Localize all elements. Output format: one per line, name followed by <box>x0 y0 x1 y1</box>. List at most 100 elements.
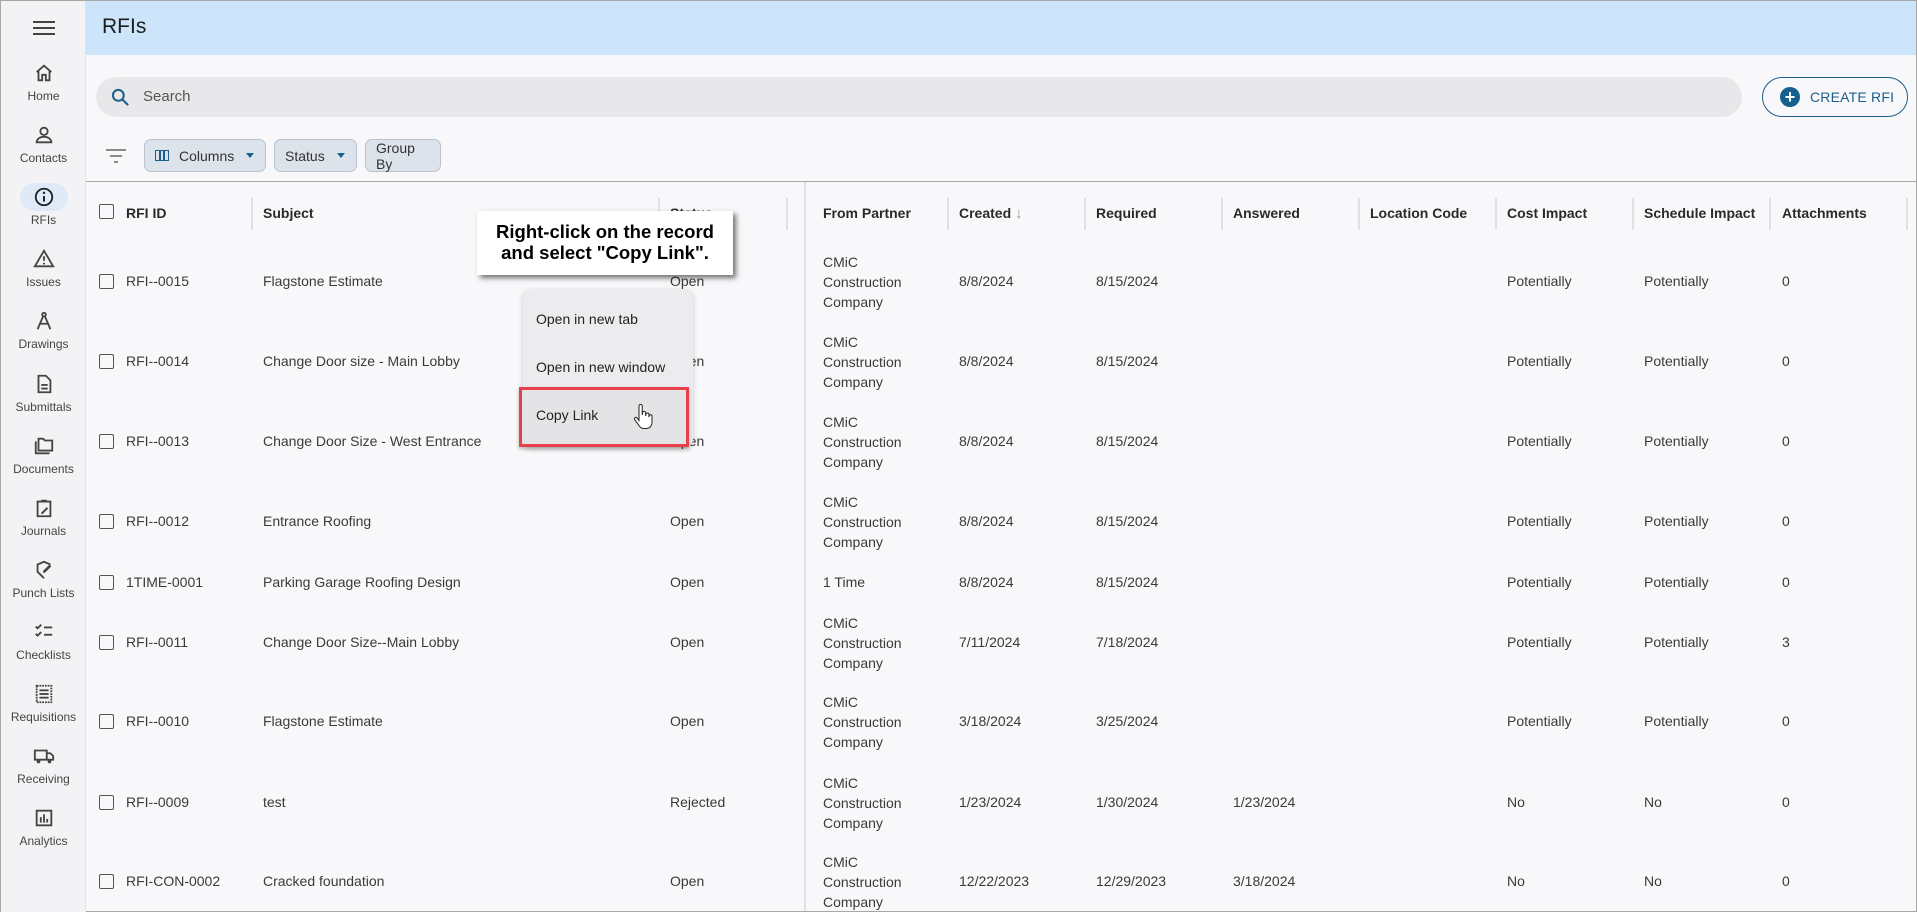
sidebar-item-requisitions[interactable]: Requisitions <box>1 680 86 736</box>
row-checkbox[interactable] <box>99 514 114 529</box>
menu-item-open-new-window[interactable]: Open in new window <box>536 359 665 375</box>
person-icon <box>20 121 68 149</box>
cell-created: 8/8/2024 <box>959 574 1014 590</box>
column-resize-handle[interactable] <box>1221 198 1223 230</box>
sidebar-item-label: Journals <box>20 523 67 538</box>
cell-schedule-impact: No <box>1644 794 1662 810</box>
cell-id[interactable]: RFI--0011 <box>126 634 188 650</box>
row-checkbox[interactable] <box>99 874 114 889</box>
columns-button[interactable]: Columns <box>144 139 266 172</box>
menu-item-copy-link[interactable]: Copy Link <box>519 387 689 447</box>
column-resize-handle[interactable] <box>1358 198 1360 230</box>
cell-schedule-impact: Potentially <box>1644 713 1709 729</box>
status-filter-button[interactable]: Status <box>274 139 357 172</box>
column-header-schedule-impact[interactable]: Schedule Impact <box>1644 201 1755 225</box>
sidebar-item-home[interactable]: Home <box>1 59 86 115</box>
sort-descending-icon[interactable]: ↓ <box>1015 202 1023 226</box>
create-rfi-label: CREATE RFI <box>1810 89 1895 105</box>
cell-from-partner: CMiC Construction Company <box>823 775 902 831</box>
column-resize-handle[interactable] <box>786 198 788 230</box>
column-header-from-partner[interactable]: From Partner <box>823 201 911 225</box>
column-header-created[interactable]: Created ↓ <box>959 201 1023 225</box>
cell-from-partner: CMiC Construction Company <box>823 254 902 310</box>
column-header-answered[interactable]: Answered <box>1233 201 1300 225</box>
cell-id[interactable]: RFI-CON-0002 <box>126 873 220 889</box>
hamburger-menu-icon[interactable] <box>33 18 55 38</box>
column-resize-handle[interactable] <box>1495 198 1497 230</box>
sidebar-item-rfis[interactable]: RFIs <box>1 183 86 239</box>
create-rfi-button[interactable]: + CREATE RFI <box>1762 77 1908 117</box>
cell-attachments: 0 <box>1782 273 1790 289</box>
bar-chart-icon <box>20 804 68 832</box>
group-by-button[interactable]: Group By <box>365 139 441 172</box>
sidebar-item-submittals[interactable]: Submittals <box>1 370 86 426</box>
menu-item-open-new-tab[interactable]: Open in new tab <box>536 311 638 327</box>
row-checkbox[interactable] <box>99 714 114 729</box>
column-header-subject[interactable]: Subject <box>263 201 314 225</box>
table-top-border <box>86 181 1916 182</box>
sidebar-item-punch-lists[interactable]: Punch Lists <box>1 556 86 612</box>
cell-id[interactable]: 1TIME-0001 <box>126 574 203 590</box>
sidebar-item-documents[interactable]: Documents <box>1 432 86 488</box>
row-checkbox[interactable] <box>99 635 114 650</box>
cell-id[interactable]: RFI--0015 <box>126 273 189 289</box>
column-resize-handle[interactable] <box>1769 198 1771 230</box>
cell-schedule-impact: Potentially <box>1644 353 1709 369</box>
cell-status: Open <box>670 574 705 590</box>
row-checkbox[interactable] <box>99 795 114 810</box>
cell-subject: test <box>263 794 286 810</box>
sidebar-item-journals[interactable]: Journals <box>1 494 86 550</box>
cell-created: 8/8/2024 <box>959 273 1014 289</box>
cell-id[interactable]: RFI--0012 <box>126 513 189 529</box>
cell-cost-impact: Potentially <box>1507 273 1572 289</box>
sidebar-item-contacts[interactable]: Contacts <box>1 121 86 177</box>
cell-attachments: 0 <box>1782 574 1790 590</box>
group-by-label: Group By <box>376 139 415 172</box>
search-input[interactable]: Search <box>96 77 1742 117</box>
column-header-attachments[interactable]: Attachments <box>1782 201 1867 225</box>
cell-id[interactable]: RFI--0010 <box>126 713 189 729</box>
cell-from-partner: 1 Time <box>823 574 866 590</box>
pinned-pane-divider[interactable] <box>804 182 806 911</box>
copy-link-label: Copy Link <box>536 407 599 423</box>
row-checkbox[interactable] <box>99 575 114 590</box>
select-all-checkbox[interactable] <box>99 204 114 219</box>
column-resize-handle[interactable] <box>1906 198 1908 230</box>
column-header-rfi-id[interactable]: RFI ID <box>126 201 166 225</box>
truck-icon <box>20 742 68 770</box>
sidebar-item-analytics[interactable]: Analytics <box>1 804 86 860</box>
row-checkbox[interactable] <box>99 274 114 289</box>
filter-icon[interactable] <box>105 147 127 165</box>
cell-cost-impact: Potentially <box>1507 433 1572 449</box>
column-header-required[interactable]: Required <box>1096 201 1157 225</box>
sidebar-item-issues[interactable]: Issues <box>1 245 86 301</box>
sidebar-item-label: Documents <box>13 461 74 476</box>
search-placeholder: Search <box>143 88 191 105</box>
cell-schedule-impact: Potentially <box>1644 433 1709 449</box>
sidebar-item-label: Submittals <box>15 399 72 414</box>
chevron-down-icon <box>246 153 255 158</box>
cell-id[interactable]: RFI--0009 <box>126 794 189 810</box>
sidebar-item-receiving[interactable]: Receiving <box>1 742 86 798</box>
column-resize-handle[interactable] <box>947 198 949 230</box>
cell-cost-impact: Potentially <box>1507 713 1572 729</box>
cell-id[interactable]: RFI--0014 <box>126 353 189 369</box>
sidebar-item-checklists[interactable]: Checklists <box>1 618 86 674</box>
hand-pointer-cursor-icon <box>633 404 653 429</box>
column-header-label: Cost Impact <box>1507 205 1588 221</box>
sidebar-item-label: Requisitions <box>10 710 77 724</box>
cell-status: Rejected <box>670 794 726 810</box>
home-icon <box>20 59 68 87</box>
folder-icon <box>20 432 68 460</box>
column-resize-handle[interactable] <box>1632 198 1634 230</box>
sidebar-item-drawings[interactable]: Drawings <box>1 307 86 363</box>
column-resize-handle[interactable] <box>251 198 253 230</box>
row-checkbox[interactable] <box>99 354 114 369</box>
cell-attachments: 0 <box>1782 794 1790 810</box>
column-header-cost-impact[interactable]: Cost Impact <box>1507 201 1587 225</box>
cell-required: 8/15/2024 <box>1096 353 1159 369</box>
row-checkbox[interactable] <box>99 434 114 449</box>
column-resize-handle[interactable] <box>1084 198 1086 230</box>
column-header-location-code[interactable]: Location Code <box>1370 201 1467 225</box>
cell-id[interactable]: RFI--0013 <box>126 433 189 449</box>
